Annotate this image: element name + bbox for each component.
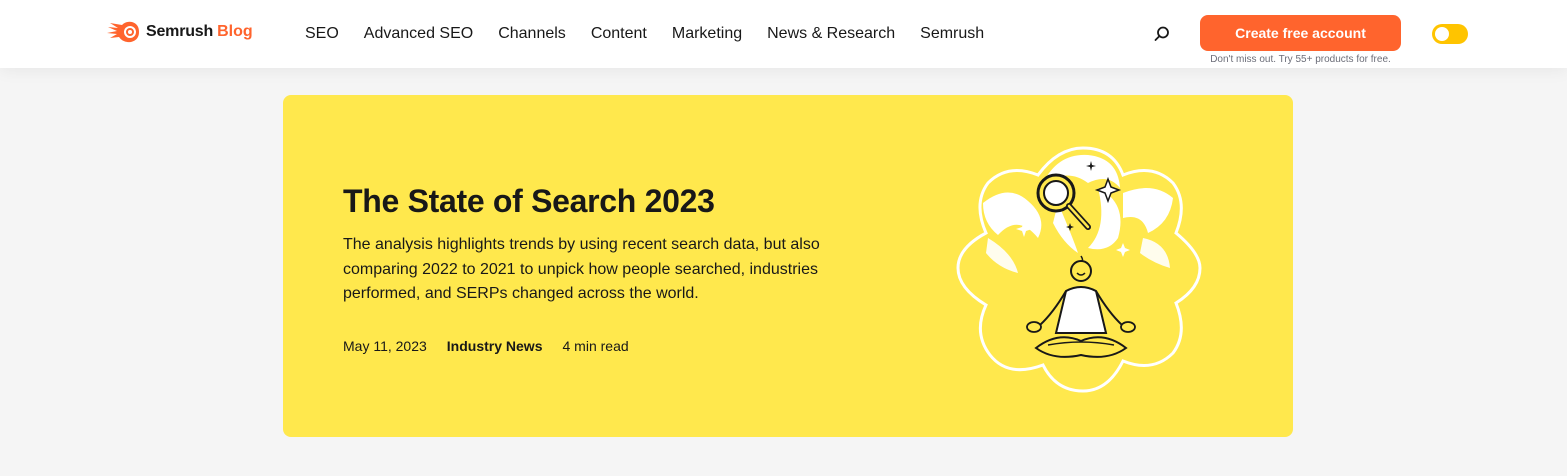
toggle-knob: [1435, 27, 1449, 41]
top-navigation-bar: Semrush Blog SEO Advanced SEO Channels C…: [0, 0, 1567, 68]
featured-article-card[interactable]: The State of Search 2023 The analysis hi…: [283, 95, 1293, 437]
article-meta: May 11, 2023 Industry News 4 min read: [343, 338, 629, 354]
semrush-blog-logo[interactable]: Semrush Blog: [106, 18, 253, 46]
nav-item-content[interactable]: Content: [591, 24, 647, 44]
nav-item-advanced-seo[interactable]: Advanced SEO: [364, 24, 473, 44]
main-nav: SEO Advanced SEO Channels Content Market…: [305, 24, 1009, 44]
article-description: The analysis highlights trends by using …: [343, 236, 820, 302]
article-title[interactable]: The State of Search 2023: [343, 183, 715, 220]
search-button[interactable]: [1150, 22, 1174, 46]
cta-subtext: Don't miss out. Try 55+ products for fre…: [1210, 54, 1391, 65]
theme-toggle[interactable]: [1432, 24, 1468, 44]
create-free-account-button[interactable]: Create free account: [1200, 15, 1401, 51]
logo-brand-text: Semrush: [146, 23, 214, 40]
logo-blog-text: Blog: [217, 23, 253, 40]
search-icon: [1154, 26, 1169, 41]
nav-item-news-research[interactable]: News & Research: [767, 24, 895, 44]
nav-item-channels[interactable]: Channels: [498, 24, 566, 44]
nav-item-seo[interactable]: SEO: [305, 24, 339, 44]
meditating-person-magnifier-illustration: [956, 146, 1202, 393]
article-category-link[interactable]: Industry News: [447, 338, 543, 354]
nav-item-semrush[interactable]: Semrush: [920, 24, 984, 44]
semrush-fireball-icon: [107, 21, 139, 43]
article-date: May 11, 2023: [343, 338, 427, 354]
article-read-time: 4 min read: [562, 338, 629, 354]
nav-item-marketing[interactable]: Marketing: [672, 24, 742, 44]
